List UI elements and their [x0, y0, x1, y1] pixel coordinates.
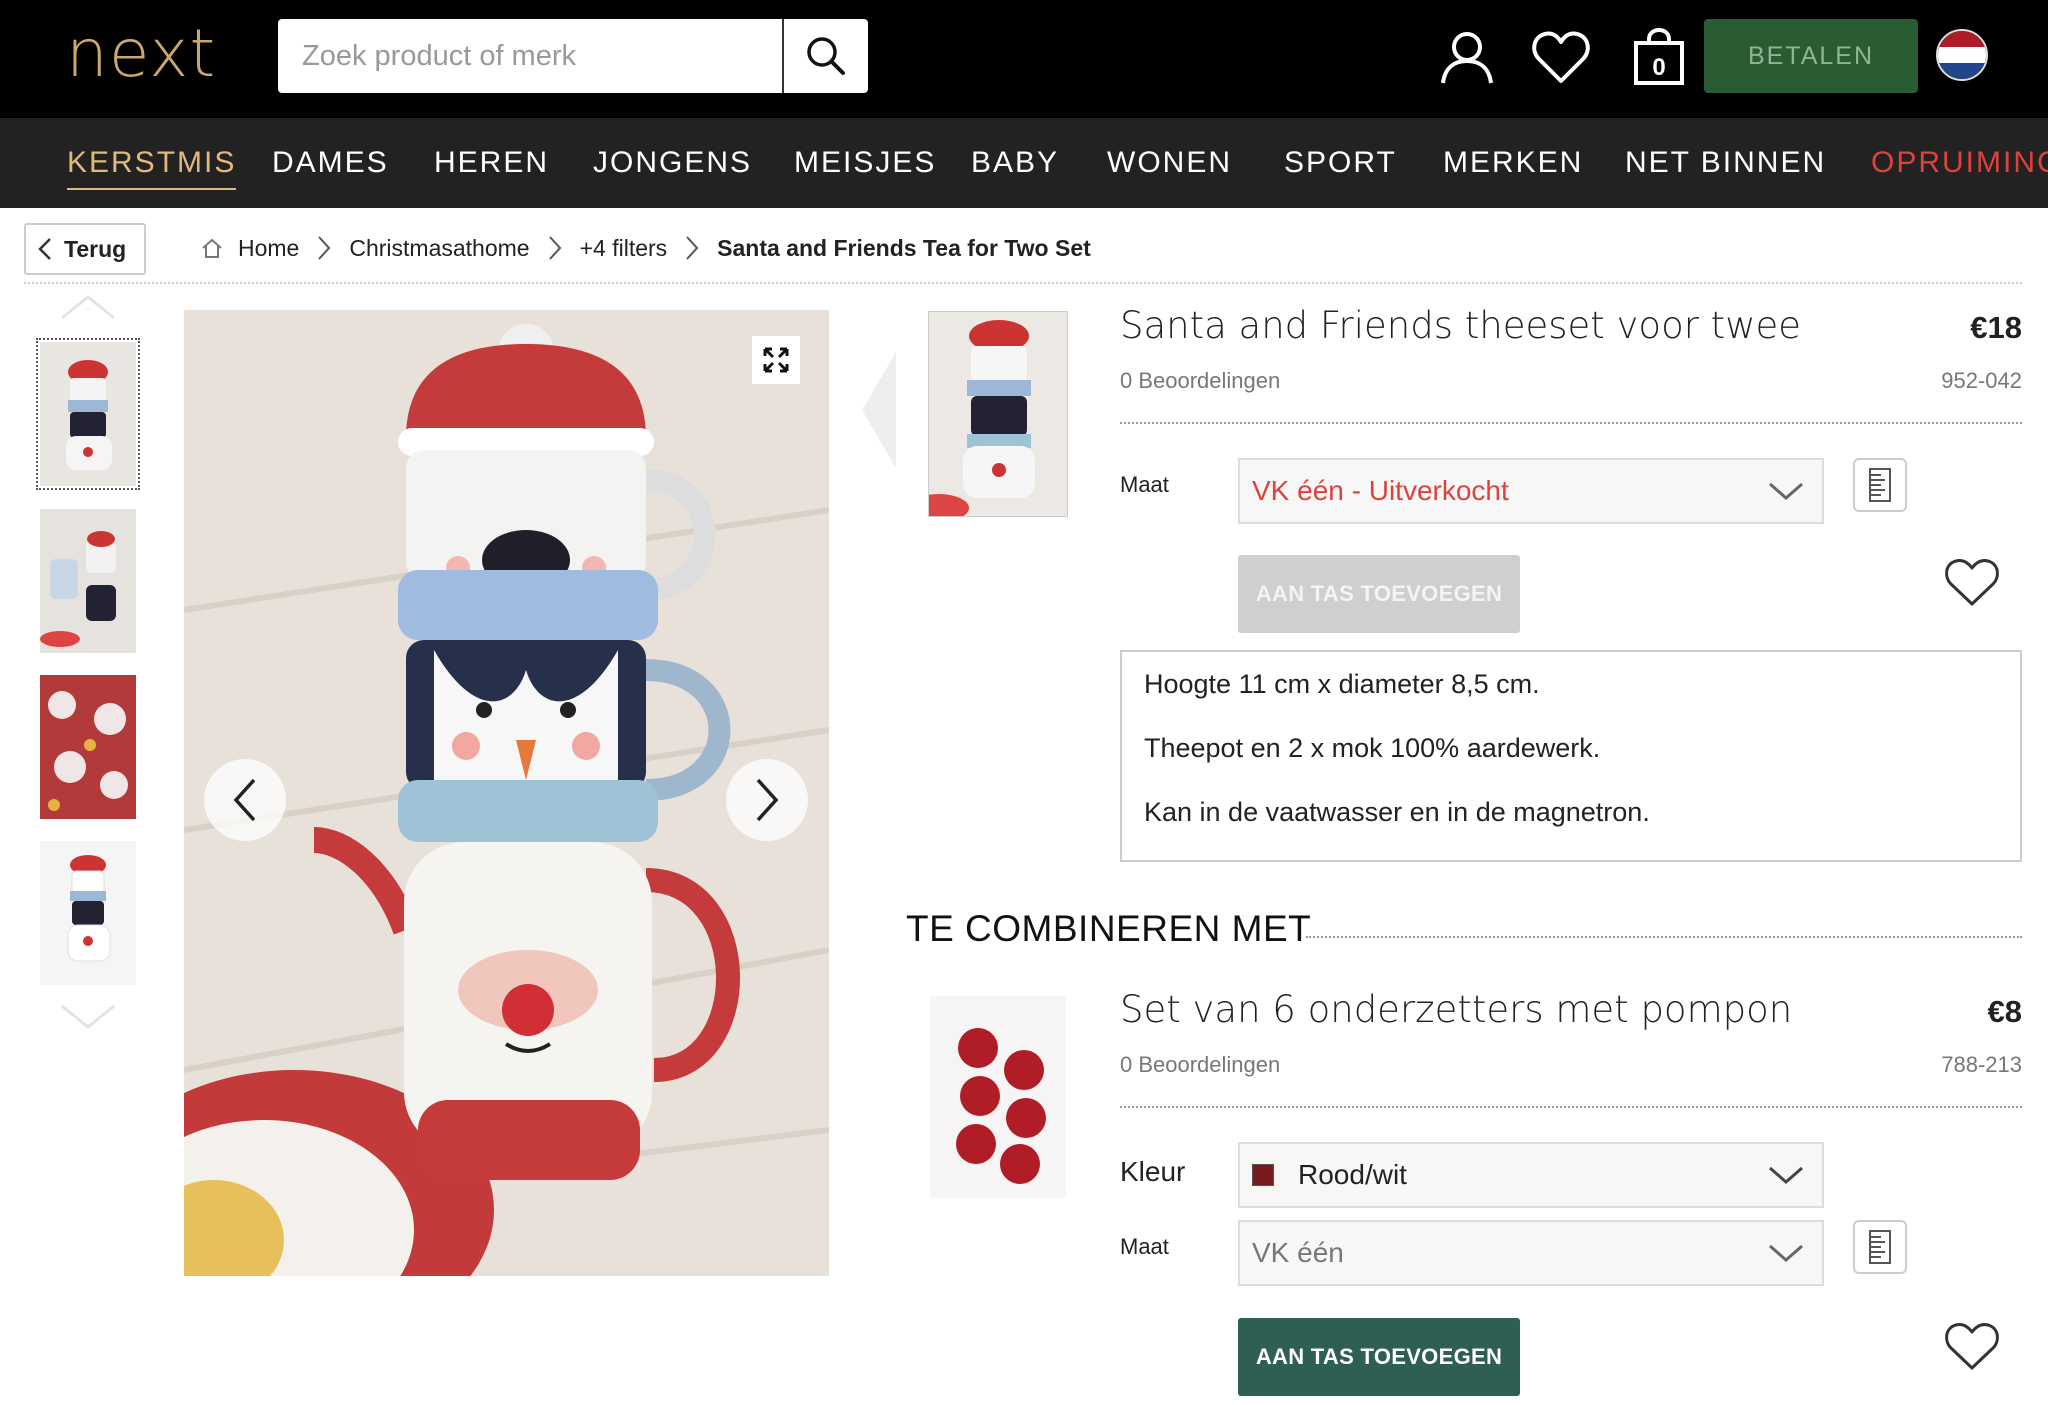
search-input[interactable]: [278, 19, 782, 93]
combine-size-select[interactable]: VK één: [1238, 1220, 1824, 1286]
combine-item-title[interactable]: Set van 6 onderzetters met pompon: [1120, 988, 1792, 1031]
combine-item-divider: [1120, 1106, 2022, 1108]
combine-heading: TE COMBINEREN MET: [906, 908, 1312, 949]
combine-add-to-bag-button[interactable]: AAN TAS TOEVOEGEN: [1238, 1318, 1520, 1396]
add-to-bag-button[interactable]: AAN TAS TOEVOEGEN: [1238, 555, 1520, 633]
wishlist-heart-icon[interactable]: [1944, 556, 2000, 608]
product-description: Hoogte 11 cm x diameter 8,5 cm. Theepot …: [1120, 650, 2022, 862]
nav-item-opruiming[interactable]: OPRUIMING: [1871, 118, 2048, 208]
product-price: €18: [1970, 310, 2022, 345]
chevron-up-icon: [61, 295, 115, 320]
nav-item-baby[interactable]: BABY: [971, 118, 1059, 208]
breadcrumb: Home Christmasathome +4 filters Santa an…: [200, 228, 1091, 268]
product-sku: 952-042: [1941, 368, 2022, 393]
shopping-bag-icon: 0: [1634, 27, 1684, 85]
nav-item-sport[interactable]: SPORT: [1284, 118, 1397, 208]
breadcrumb-category[interactable]: Christmasathome: [349, 235, 529, 262]
chevron-down-icon: [61, 1004, 115, 1029]
top-header: next 0 BETALEN: [0, 0, 2048, 118]
product-title: Santa and Friends theeset voor twee: [1120, 304, 1801, 347]
combine-item-price: €8: [1987, 994, 2022, 1029]
checkout-button[interactable]: BETALEN: [1704, 19, 1918, 93]
thumbnail-4[interactable]: [40, 841, 136, 985]
nav-item-jongens[interactable]: JONGENS: [593, 118, 752, 208]
heart-icon: [1532, 31, 1590, 83]
description-line: Kan in de vaatwasser en in de magnetron.: [1144, 797, 1650, 827]
ruler-icon: [1869, 1230, 1891, 1264]
chevron-right-icon: [756, 778, 779, 822]
combine-item-reviews[interactable]: 0 Beoordelingen: [1120, 1052, 1280, 1078]
breadcrumb-current: Santa and Friends Tea for Two Set: [717, 234, 1091, 261]
size-select-value: VK één - Uitverkocht: [1252, 475, 1509, 506]
color-swatch: [1252, 1164, 1274, 1186]
bag-count: 0: [1652, 54, 1665, 81]
nav-item-heren[interactable]: HEREN: [434, 118, 549, 208]
chevron-left-icon: [38, 238, 51, 260]
chevron-right-icon: [317, 235, 331, 261]
description-line: Theepot en 2 x mok 100% aardewerk.: [1144, 733, 1601, 763]
combine-size-select-value: VK één: [1252, 1237, 1344, 1268]
thumbnail-2[interactable]: [40, 509, 136, 653]
nav-item-net-binnen[interactable]: NET BINNEN: [1625, 118, 1826, 208]
combine-item-sku: 788-213: [1941, 1052, 2022, 1077]
wishlist-button[interactable]: [1526, 22, 1596, 92]
nav-item-wonen[interactable]: WONEN: [1107, 118, 1232, 208]
thumbs-up-button[interactable]: [58, 294, 118, 324]
nav-item-meisjes[interactable]: MEISJES: [794, 118, 936, 208]
next-logo[interactable]: next: [66, 14, 216, 94]
product-reviews[interactable]: 0 Beoordelingen: [1120, 368, 1280, 394]
chevron-down-icon: [1769, 1166, 1803, 1184]
chevron-down-icon: [1769, 482, 1803, 500]
thumbs-down-button[interactable]: [58, 1004, 118, 1034]
search-icon: [807, 37, 845, 75]
user-icon: [1441, 32, 1493, 84]
thumbnail-3[interactable]: [40, 675, 136, 819]
search-button[interactable]: [782, 19, 868, 93]
description-line: Hoogte 11 cm x diameter 8,5 cm.: [1144, 669, 1540, 699]
bag-button[interactable]: 0: [1624, 22, 1694, 92]
search-bar: [278, 19, 868, 93]
breadcrumb-filters[interactable]: +4 filters: [580, 235, 668, 262]
size-label: Maat: [1120, 472, 1169, 497]
ruler-icon: [1869, 468, 1891, 502]
expand-image-button[interactable]: [752, 336, 800, 384]
chevron-right-icon: [685, 235, 699, 261]
color-label: Kleur: [1120, 1156, 1186, 1187]
breadcrumb-home[interactable]: Home: [238, 235, 299, 262]
nav-item-merken[interactable]: MERKEN: [1443, 118, 1583, 208]
product-mini-image[interactable]: [928, 311, 1068, 517]
product-divider: [1120, 422, 2022, 424]
chevron-right-icon: [548, 235, 562, 261]
collapse-arrow-icon[interactable]: [860, 350, 900, 470]
expand-icon: [763, 347, 789, 373]
main-nav: KERSTMIS DAMES HEREN JONGENS MEISJES BAB…: [0, 118, 2048, 208]
coasters-image[interactable]: [930, 996, 1066, 1198]
chevron-left-icon: [233, 778, 256, 822]
chevron-down-icon: [1769, 1244, 1803, 1262]
size-guide-button[interactable]: [1853, 458, 1907, 512]
nav-item-dames[interactable]: DAMES: [272, 118, 389, 208]
nav-item-kerstmis[interactable]: KERSTMIS: [67, 118, 237, 208]
color-select-value: Rood/wit: [1298, 1159, 1407, 1190]
account-button[interactable]: [1432, 22, 1502, 92]
home-icon[interactable]: [200, 237, 224, 259]
combine-divider: [1306, 936, 2022, 938]
back-button[interactable]: Terug: [24, 223, 146, 275]
back-label: Terug: [64, 235, 127, 262]
thumbnail-1[interactable]: [36, 338, 140, 490]
color-select[interactable]: Rood/wit: [1238, 1142, 1824, 1208]
country-flag-icon[interactable]: [1936, 29, 1988, 81]
breadcrumb-divider: [24, 282, 2022, 284]
combine-wishlist-heart-icon[interactable]: [1944, 1320, 2000, 1372]
combine-size-guide-button[interactable]: [1853, 1220, 1907, 1274]
combine-size-label: Maat: [1120, 1234, 1169, 1259]
size-select[interactable]: VK één - Uitverkocht: [1238, 458, 1824, 524]
gallery-prev-button[interactable]: [204, 759, 286, 841]
gallery-next-button[interactable]: [726, 759, 808, 841]
